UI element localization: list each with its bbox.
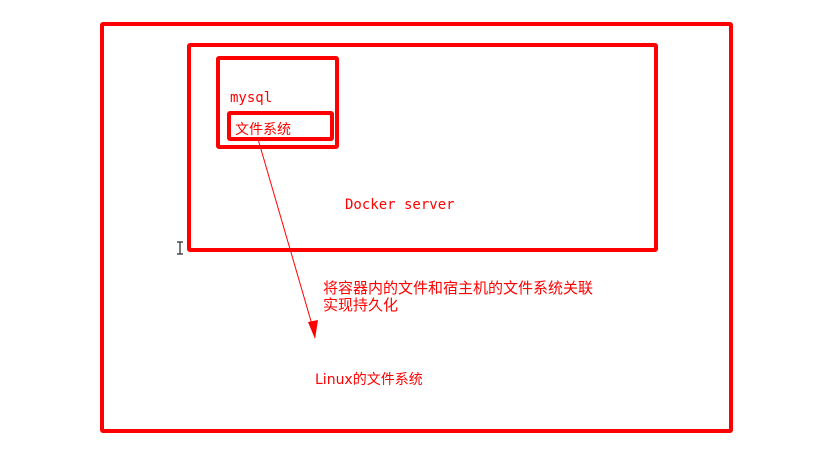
persistence-note: 将容器内的文件和宿主机的文件系统关联 实现持久化 bbox=[323, 280, 593, 314]
persistence-note-line-1: 将容器内的文件和宿主机的文件系统关联 bbox=[323, 279, 594, 297]
text-cursor-icon bbox=[177, 241, 183, 255]
container-filesystem-label: 文件系统 bbox=[235, 122, 291, 138]
mysql-label: mysql bbox=[230, 90, 273, 106]
host-filesystem-label: Linux的文件系统 bbox=[315, 372, 423, 388]
persistence-note-line-2: 实现持久化 bbox=[323, 296, 399, 314]
docker-server-label: Docker server bbox=[345, 197, 455, 213]
